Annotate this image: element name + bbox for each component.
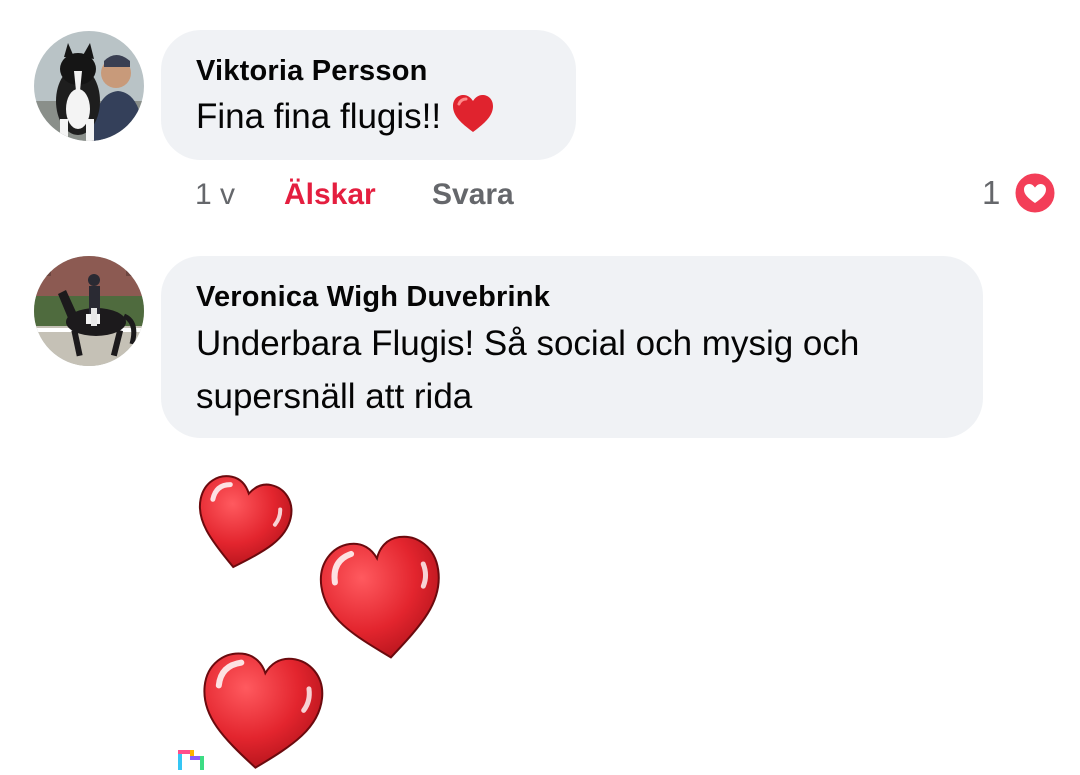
comment-author[interactable]: Viktoria Persson	[196, 55, 428, 88]
reaction-count[interactable]: 1	[982, 174, 1000, 212]
comment-author[interactable]: Veronica Wigh Duvebrink	[196, 281, 550, 314]
reply-button[interactable]: Svara	[432, 178, 514, 212]
red-heart-emoji-icon	[451, 94, 495, 149]
love-reaction-icon[interactable]	[1012, 170, 1058, 216]
comment-bubble: Veronica Wigh Duvebrink Underbara Flugis…	[161, 256, 983, 438]
heart-icon	[203, 652, 324, 769]
comment-text: Underbara Flugis! Så social och mysig oc…	[196, 317, 859, 423]
avatar-veronica[interactable]	[34, 256, 144, 366]
comment-text-content: Fina fina flugis!!	[196, 97, 442, 136]
love-reaction-button[interactable]: Älskar	[284, 178, 376, 212]
comment-bubble: Viktoria Persson Fina fina flugis!!	[161, 30, 576, 160]
comment-text-line: supersnäll att rida	[196, 377, 473, 416]
hearts-sticker[interactable]	[185, 470, 465, 770]
avatar-viktoria[interactable]	[34, 31, 144, 141]
app-badge-icon	[176, 748, 206, 770]
heart-icon	[319, 535, 440, 659]
comment-time[interactable]: 1 v	[195, 178, 235, 212]
comment-text: Fina fina flugis!!	[196, 90, 495, 149]
comment-text-line: Underbara Flugis! Så social och mysig oc…	[196, 324, 860, 363]
heart-icon	[198, 475, 293, 569]
